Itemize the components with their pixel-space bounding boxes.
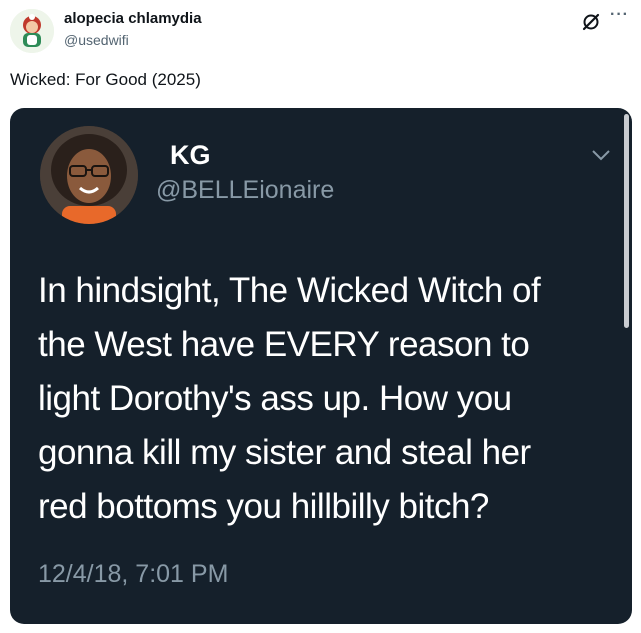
quoted-avatar-image: [40, 126, 138, 224]
chevron-down-icon: [592, 150, 610, 161]
scrollbar[interactable]: [624, 114, 629, 328]
quoted-avatar: [40, 126, 138, 224]
avatar[interactable]: [10, 9, 54, 53]
media-image[interactable]: KG @BELLEionaire In hindsight, The Wicke…: [10, 108, 632, 624]
quoted-handle: @BELLEionaire: [156, 176, 335, 204]
avatar-image: [10, 9, 54, 53]
quoted-text-line: light Dorothy's ass up. How you: [38, 379, 512, 418]
post-text: Wicked: For Good (2025): [10, 70, 201, 89]
quoted-text-line: red bottoms you hillbilly bitch?: [38, 487, 489, 526]
quoted-text-line: In hindsight, The Wicked Witch of: [38, 271, 541, 310]
author-name[interactable]: alopecia chlamydia: [64, 10, 202, 27]
grok-icon[interactable]: [581, 12, 601, 32]
quoted-tweet-text: In hindsight, The Wicked Witch of the We…: [38, 264, 618, 534]
quoted-text-line: gonna kill my sister and steal her: [38, 433, 531, 472]
quoted-name: KG: [170, 140, 211, 170]
author-handle[interactable]: @usedwifi: [64, 32, 129, 48]
more-icon[interactable]: ···: [610, 6, 629, 24]
quoted-timestamp: 12/4/18, 7:01 PM: [38, 560, 229, 588]
quoted-text-line: the West have EVERY reason to: [38, 325, 530, 364]
